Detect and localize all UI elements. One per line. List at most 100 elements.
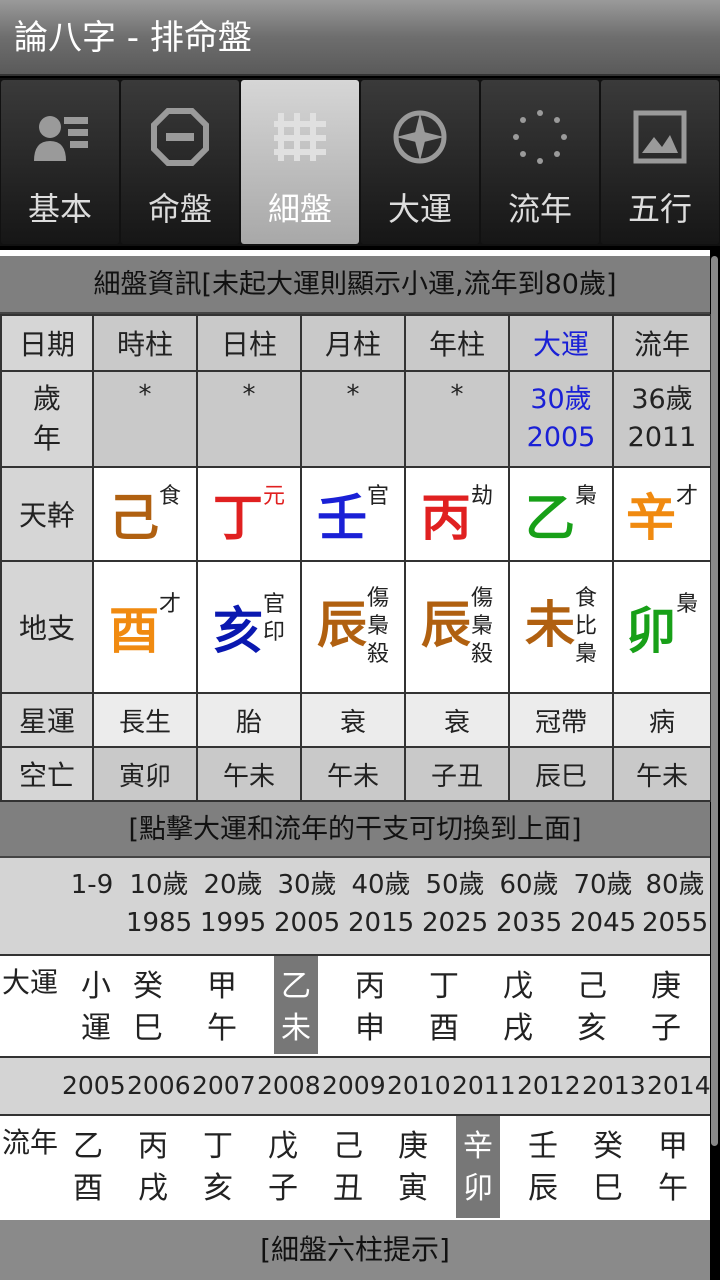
dayun-age: 50歲 2025 <box>422 870 489 938</box>
col-hour: 時柱 <box>92 314 198 372</box>
branch-char: 未 <box>524 596 575 654</box>
tab-bar: 基本 命盤 細盤 大運 流年 五行 <box>0 78 720 246</box>
picture-icon <box>625 102 695 172</box>
tab-chart[interactable]: 命盤 <box>121 80 239 244</box>
liunian-pillar-selected[interactable]: 辛卯 <box>456 1116 500 1218</box>
stem-char: 丁 <box>212 489 263 547</box>
stem-char: 己 <box>108 489 159 547</box>
dayun-age: 70歲 2045 <box>570 870 637 938</box>
dayun-age: 10歲 1985 <box>126 870 193 938</box>
tab-liunian[interactable]: 流年 <box>481 80 599 244</box>
branch-cell: 辰傷梟殺 <box>404 560 510 694</box>
col-dayun: 大運 <box>508 314 614 372</box>
star-value: 長生 <box>92 692 198 748</box>
col-liunian: 流年 <box>612 314 712 372</box>
age-year-row: 歲年 * * * * 30歲 2005 36歲 2011 <box>0 370 712 468</box>
dayun-pillar[interactable]: 丁酉 <box>422 966 466 1050</box>
stem-cell: 壬官 <box>300 466 406 562</box>
liunian-pillar[interactable]: 壬辰 <box>521 1126 565 1210</box>
footer-hint[interactable]: [細盤六柱提示] <box>0 1220 710 1280</box>
dayun-pillar[interactable]: 己亥 <box>570 966 614 1050</box>
switch-hint: [點擊大運和流年的干支可切換到上面] <box>0 802 710 858</box>
liunian-pillar[interactable]: 甲午 <box>651 1126 695 1210</box>
stem-char: 辛 <box>625 489 676 547</box>
age-year-label: 歲年 <box>0 370 94 468</box>
stem-god: 食 <box>158 484 181 509</box>
dayun-age: 40歲 2015 <box>348 870 415 938</box>
star-value: 胎 <box>196 692 302 748</box>
scrollbar[interactable] <box>711 256 718 1146</box>
branch-gods: 官印 <box>262 592 285 645</box>
star-row: 星運 長生 胎 衰 衰 冠帶 病 <box>0 692 712 748</box>
liunian-pillar[interactable]: 戊子 <box>261 1126 305 1210</box>
tab-detail[interactable]: 細盤 <box>241 80 359 244</box>
dots-circle-icon <box>505 102 575 172</box>
liunian-year: 2013 <box>582 1071 646 1100</box>
dayun-pillar[interactable]: 庚子 <box>644 966 688 1050</box>
dayun-age-year: 30歲 2005 <box>508 370 614 468</box>
stem-god: 梟 <box>574 484 597 509</box>
dayun-pillar[interactable]: 癸巳 <box>126 966 170 1050</box>
tab-dayun[interactable]: 大運 <box>361 80 479 244</box>
branch-cell: 卯梟 <box>612 560 712 694</box>
profile-icon <box>25 102 95 172</box>
branch-label: 地支 <box>0 560 94 694</box>
liunian-year: 2006 <box>127 1071 191 1100</box>
stem-cell: 己食 <box>92 466 198 562</box>
liunian-pillar[interactable]: 己丑 <box>326 1126 370 1210</box>
tab-label: 基本 <box>27 190 92 228</box>
liunian-year: 2007 <box>192 1071 256 1100</box>
bazi-table: 日期 時柱 日柱 月柱 年柱 大運 流年 歲年 * * * * 30歲 2005 … <box>0 314 712 802</box>
kongwang-label: 空亡 <box>0 746 94 802</box>
stem-char: 壬 <box>316 489 367 547</box>
star-value: 病 <box>612 692 712 748</box>
dayun-pillar[interactable]: 戊戌 <box>496 966 540 1050</box>
stem-row: 天幹 己食 丁元 壬官 丙劫 乙梟 辛才 <box>0 466 712 562</box>
dayun-pillar[interactable]: 甲午 <box>200 966 244 1050</box>
liunian-year: 2011 <box>452 1071 516 1100</box>
stem-cell: 辛才 <box>612 466 712 562</box>
stem-char: 乙 <box>524 489 575 547</box>
branch-god: 梟 <box>675 592 698 617</box>
kongwang-value: 午未 <box>612 746 712 802</box>
liunian-year: 2008 <box>257 1071 321 1100</box>
star-value: 衰 <box>300 692 406 748</box>
star-label: 星運 <box>0 692 94 748</box>
dayun-pillar-row: 大運 小運 癸巳 甲午 乙未 丙申 丁酉 戊戌 己亥 庚子 <box>0 954 710 1056</box>
tab-wuxing[interactable]: 五行 <box>601 80 719 244</box>
kongwang-value: 辰巳 <box>508 746 614 802</box>
stem-cell: 乙梟 <box>508 466 614 562</box>
branch-gods: 傷梟殺 <box>366 586 389 667</box>
liunian-label: 流年 <box>1 1126 58 1159</box>
liunian-pillar[interactable]: 庚寅 <box>391 1126 435 1210</box>
star-value: 冠帶 <box>508 692 614 748</box>
liunian-year: 2010 <box>387 1071 451 1100</box>
dayun-age: 1-9 <box>70 870 114 900</box>
branch-cell: 酉才 <box>92 560 198 694</box>
dayun-age: 60歲 2035 <box>496 870 563 938</box>
col-year: 年柱 <box>404 314 510 372</box>
liunian-year: 2005 <box>62 1071 126 1100</box>
stem-cell: 丁元 <box>196 466 302 562</box>
liunian-pillar[interactable]: 乙酉 <box>66 1126 110 1210</box>
liunian-year-row: 2005 2006 2007 2008 2009 2010 2011 2012 … <box>0 1056 711 1114</box>
liunian-pillar[interactable]: 丙戌 <box>131 1126 175 1210</box>
branch-char: 亥 <box>212 602 263 660</box>
dayun-pillar-selected[interactable]: 乙未 <box>274 956 318 1054</box>
kongwang-value: 午未 <box>300 746 406 802</box>
liunian-pillar[interactable]: 癸巳 <box>586 1126 630 1210</box>
dayun-pillar[interactable]: 丙申 <box>348 966 392 1050</box>
column-header-row: 日期 時柱 日柱 月柱 年柱 大運 流年 <box>0 314 712 372</box>
liunian-pillar[interactable]: 丁亥 <box>196 1126 240 1210</box>
branch-char: 卯 <box>625 602 676 660</box>
branch-cell: 未食比梟 <box>508 560 614 694</box>
dayun-pillar[interactable]: 小運 <box>74 966 118 1050</box>
col-day: 日柱 <box>196 314 302 372</box>
tab-basic[interactable]: 基本 <box>1 80 119 244</box>
tab-label: 流年 <box>507 190 572 228</box>
app-title-bar: 論八字 - 排命盤 <box>0 0 720 76</box>
tab-label: 五行 <box>627 190 692 228</box>
kongwang-value: 午未 <box>196 746 302 802</box>
kongwang-value: 寅卯 <box>92 746 198 802</box>
tab-label: 命盤 <box>147 190 212 228</box>
